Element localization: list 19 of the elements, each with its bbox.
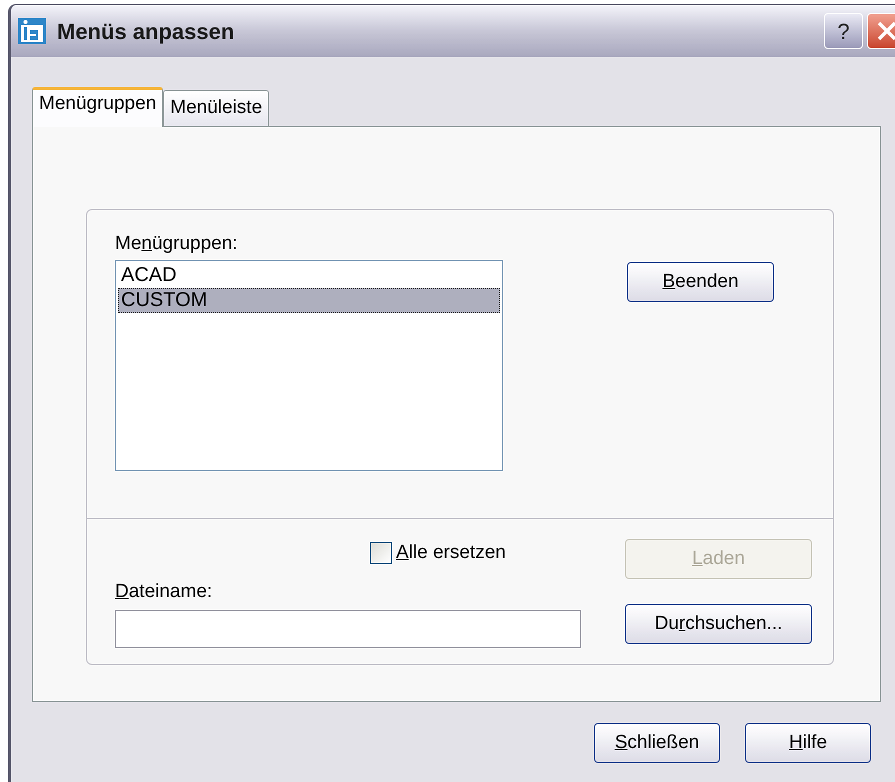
close-icon bbox=[876, 20, 895, 42]
unload-button[interactable]: Beenden bbox=[627, 262, 774, 302]
close-button[interactable] bbox=[867, 13, 895, 49]
checkbox[interactable] bbox=[370, 542, 392, 564]
checkbox-label: Alle ersetzen bbox=[396, 541, 506, 565]
list-label: Menügruppen: bbox=[115, 232, 239, 256]
dialog-button[interactable]: Hilfe bbox=[745, 723, 871, 763]
browse-button[interactable]: Durchsuchen... bbox=[625, 604, 812, 644]
tab[interactable]: Menügruppen bbox=[32, 87, 164, 127]
list-item[interactable]: CUSTOM bbox=[118, 288, 500, 313]
app-icon bbox=[17, 17, 47, 45]
list-item[interactable]: ACAD bbox=[118, 263, 500, 288]
tab[interactable]: Menüleiste bbox=[163, 90, 270, 126]
filename-field[interactable] bbox=[115, 610, 581, 648]
help-button[interactable]: ? bbox=[824, 13, 863, 49]
menu-group-list[interactable]: ACAD CUSTOM bbox=[115, 260, 503, 471]
filename-label: Dateiname: bbox=[115, 580, 214, 604]
dialog-button[interactable]: Schließen bbox=[594, 723, 720, 763]
window-title: Menüs anpassen bbox=[57, 18, 234, 46]
